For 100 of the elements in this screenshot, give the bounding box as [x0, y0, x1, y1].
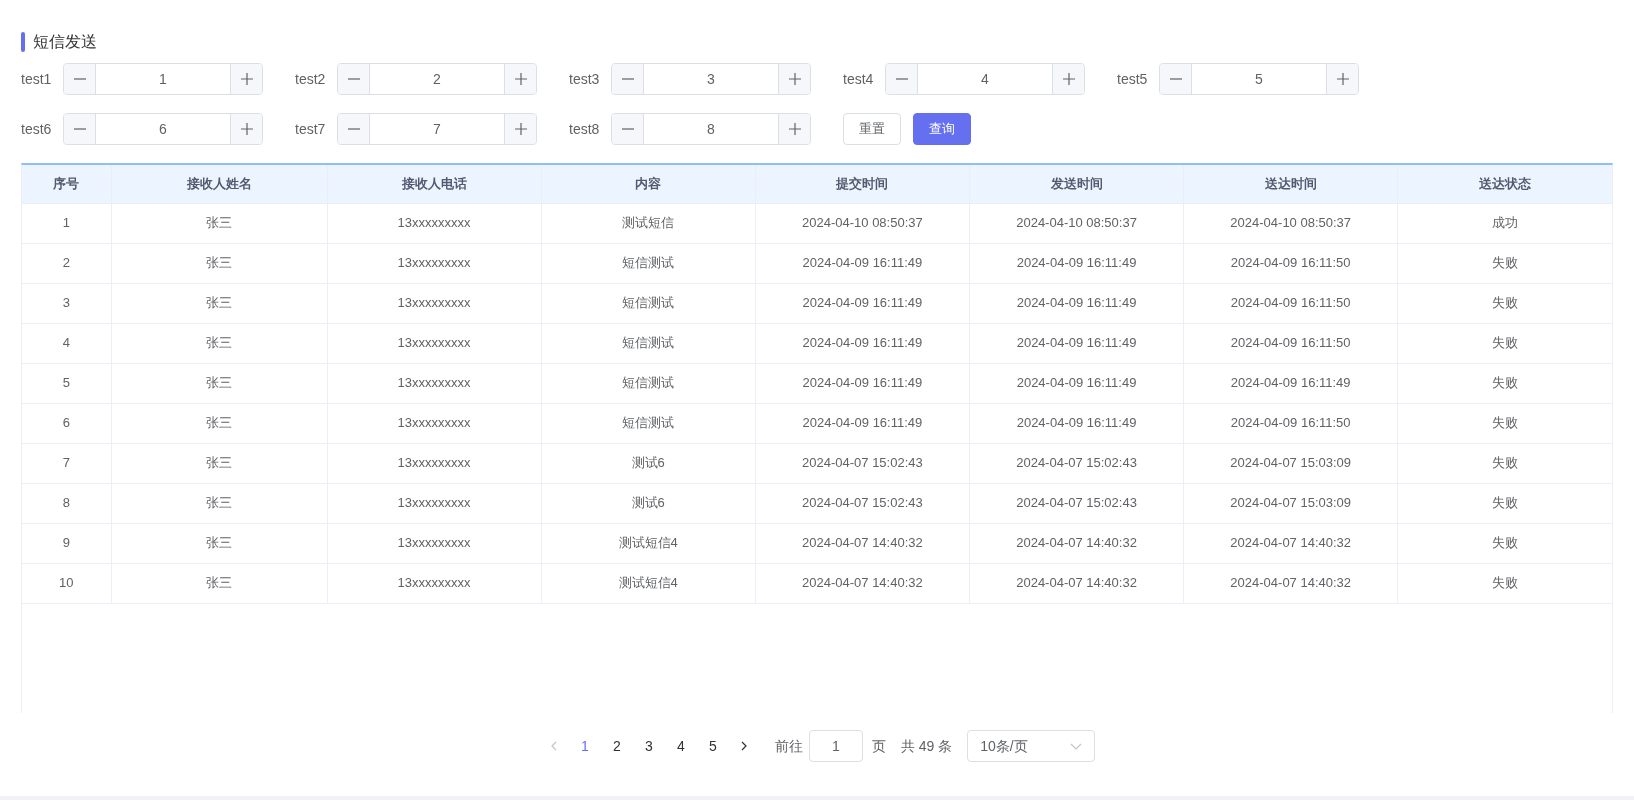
table-cell: 2024-04-07 14:40:32	[1183, 523, 1398, 563]
increment-button[interactable]	[230, 114, 262, 144]
number-stepper[interactable]: 5	[1159, 63, 1359, 95]
reset-button[interactable]: 重置	[843, 113, 901, 145]
minus-icon	[347, 78, 360, 80]
table-cell: 2024-04-10 08:50:37	[1183, 203, 1398, 243]
increment-button[interactable]	[504, 114, 536, 144]
table-cell: 张三	[111, 443, 327, 483]
minus-icon	[621, 78, 634, 80]
table-cell: 2024-04-10 08:50:37	[969, 203, 1184, 243]
number-input[interactable]: 4	[918, 64, 1052, 94]
section-title: 短信发送	[33, 32, 97, 52]
increment-button[interactable]	[778, 64, 810, 94]
decrement-button[interactable]	[612, 114, 644, 144]
table-cell: 失败	[1397, 243, 1612, 283]
table-cell: 2024-04-09 16:11:49	[1183, 363, 1398, 403]
increment-button[interactable]	[778, 114, 810, 144]
column-header[interactable]: 接收人电话	[327, 165, 542, 203]
table-cell: 8	[22, 483, 111, 523]
increment-button[interactable]	[230, 64, 262, 94]
decrement-button[interactable]	[64, 114, 96, 144]
page-number[interactable]: 2	[600, 732, 633, 760]
chevron-down-icon[interactable]	[1070, 742, 1083, 750]
table-cell: 张三	[111, 243, 327, 283]
table-cell: 2024-04-07 14:40:32	[969, 523, 1184, 563]
minus-icon	[73, 78, 86, 80]
table-cell: 短信测试	[541, 243, 756, 283]
column-header[interactable]: 发送时间	[969, 165, 1184, 203]
page-jump-field[interactable]: 1	[808, 730, 863, 762]
page-number[interactable]: 5	[696, 732, 729, 760]
plus-icon	[788, 123, 801, 135]
page-number[interactable]: 1	[568, 732, 601, 760]
table-cell: 失败	[1397, 443, 1612, 483]
decrement-button[interactable]	[338, 114, 370, 144]
number-input[interactable]: 1	[96, 64, 230, 94]
query-button[interactable]: 查询	[913, 113, 971, 145]
table-cell: 2024-04-10 08:50:37	[755, 203, 970, 243]
column-header[interactable]: 内容	[541, 165, 756, 203]
plus-icon	[514, 123, 527, 135]
title-accent-bar	[21, 32, 25, 52]
number-input[interactable]: 8	[644, 114, 778, 144]
page-size-select[interactable]: 10条/页	[967, 730, 1096, 762]
table-cell: 张三	[111, 483, 327, 523]
increment-button[interactable]	[1052, 64, 1084, 94]
number-stepper[interactable]: 3	[611, 63, 811, 95]
number-stepper[interactable]: 1	[63, 63, 263, 95]
chevron-right-icon[interactable]	[740, 741, 747, 751]
table-cell: 短信测试	[541, 283, 756, 323]
number-input[interactable]: 6	[96, 114, 230, 144]
minus-icon	[621, 128, 634, 130]
table-cell: 测试6	[541, 443, 756, 483]
decrement-button[interactable]	[338, 64, 370, 94]
table-cell: 13xxxxxxxxx	[327, 203, 542, 243]
column-header[interactable]: 提交时间	[755, 165, 970, 203]
column-header[interactable]: 送达状态	[1397, 165, 1612, 203]
table-cell: 2024-04-09 16:11:49	[755, 363, 970, 403]
table-cell: 2024-04-09 16:11:50	[1183, 323, 1398, 363]
decrement-button[interactable]	[886, 64, 918, 94]
decrement-button[interactable]	[612, 64, 644, 94]
table-cell: 失败	[1397, 483, 1612, 523]
table-cell: 10	[22, 563, 111, 603]
field-label: test6	[21, 119, 53, 139]
table-cell: 2024-04-07 14:40:32	[755, 523, 970, 563]
table-cell: 张三	[111, 563, 327, 603]
table-cell: 2024-04-09 16:11:49	[969, 323, 1184, 363]
table-cell: 成功	[1397, 203, 1612, 243]
table-cell: 失败	[1397, 363, 1612, 403]
table-cell: 2	[22, 243, 111, 283]
table-cell: 2024-04-09 16:11:49	[755, 403, 970, 443]
column-header[interactable]: 送达时间	[1183, 165, 1398, 203]
table-cell: 2024-04-07 15:02:43	[969, 483, 1184, 523]
table-cell: 2024-04-07 14:40:32	[1183, 563, 1398, 603]
number-input[interactable]: 5	[1192, 64, 1326, 94]
page-number[interactable]: 4	[664, 732, 697, 760]
number-stepper[interactable]: 7	[337, 113, 537, 145]
column-header[interactable]: 接收人姓名	[111, 165, 327, 203]
minus-icon	[73, 128, 86, 130]
table-cell: 13xxxxxxxxx	[327, 563, 542, 603]
number-stepper[interactable]: 8	[611, 113, 811, 145]
column-header[interactable]: 序号	[22, 165, 111, 203]
number-input[interactable]: 7	[370, 114, 504, 144]
table-cell: 测试短信	[541, 203, 756, 243]
number-input[interactable]: 3	[644, 64, 778, 94]
table-cell: 13xxxxxxxxx	[327, 243, 542, 283]
table-cell: 2024-04-07 14:40:32	[969, 563, 1184, 603]
decrement-button[interactable]	[64, 64, 96, 94]
page-number[interactable]: 3	[632, 732, 665, 760]
table-cell: 测试短信4	[541, 523, 756, 563]
increment-button[interactable]	[1326, 64, 1358, 94]
decrement-button[interactable]	[1160, 64, 1192, 94]
number-input[interactable]: 2	[370, 64, 504, 94]
field-label: test7	[295, 119, 327, 139]
table-cell: 2024-04-07 15:02:43	[969, 443, 1184, 483]
table-cell: 2024-04-09 16:11:50	[1183, 283, 1398, 323]
number-stepper[interactable]: 6	[63, 113, 263, 145]
table-cell: 5	[22, 363, 111, 403]
increment-button[interactable]	[504, 64, 536, 94]
number-stepper[interactable]: 4	[885, 63, 1085, 95]
table-cell: 2024-04-09 16:11:49	[755, 323, 970, 363]
number-stepper[interactable]: 2	[337, 63, 537, 95]
